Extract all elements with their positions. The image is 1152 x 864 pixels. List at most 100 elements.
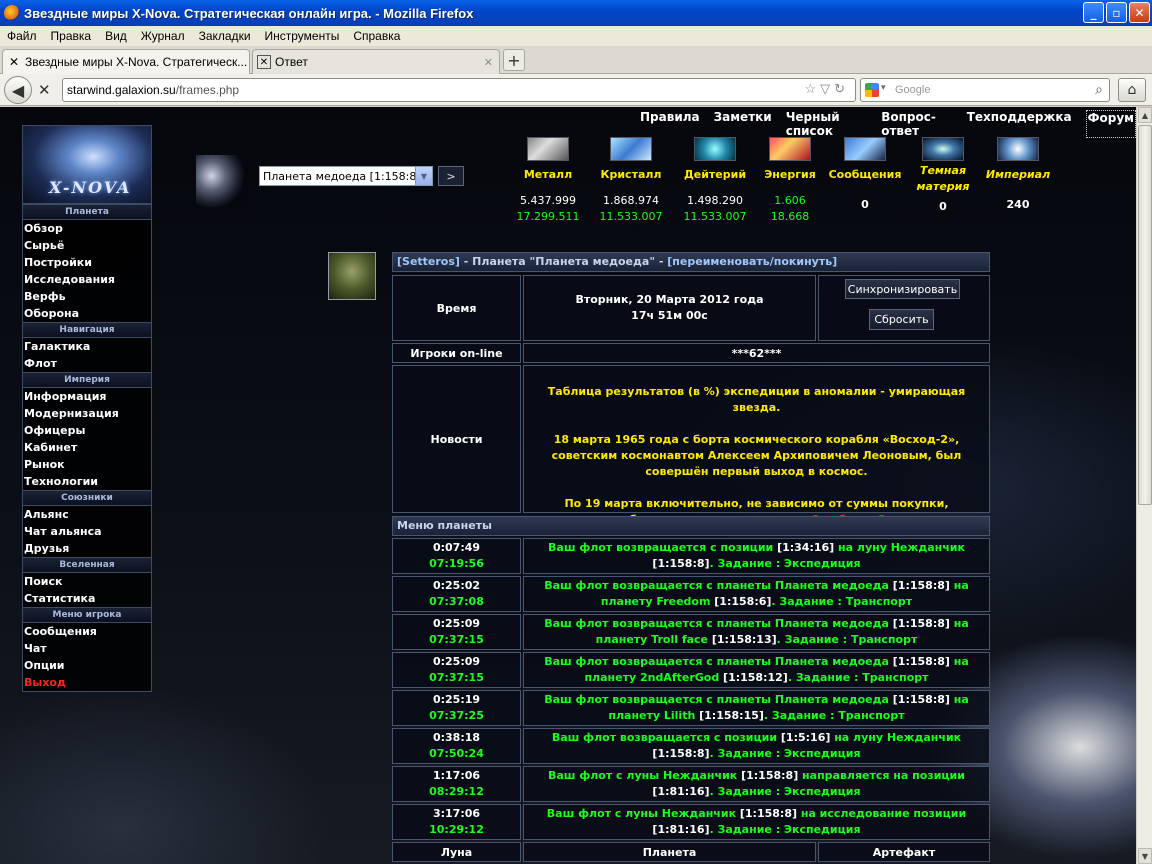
coordinates[interactable]: [1:158:8]	[893, 655, 950, 668]
coordinates[interactable]: [1:158:8]	[893, 693, 950, 706]
menu-exit[interactable]: Выход	[23, 674, 151, 691]
search-icon[interactable]: ⌕	[1095, 81, 1103, 98]
resource-energy: Энергия 1.606 18.668	[750, 135, 830, 223]
planet-image[interactable]	[196, 155, 248, 207]
menu-statistics[interactable]: Статистика	[23, 590, 151, 607]
link-rules[interactable]: Правила	[640, 110, 700, 138]
messages-icon	[844, 137, 886, 161]
rename-leave-link[interactable]: [переименовать/покинуть]	[667, 255, 837, 268]
link-forum[interactable]: Форум	[1085, 110, 1136, 138]
chevron-down-icon[interactable]: ▾	[881, 82, 886, 93]
planet-select[interactable]: Планета медоеда [1:158:8] ▼	[259, 166, 433, 186]
menu-cabinet[interactable]: Кабинет	[23, 439, 151, 456]
menu-chat[interactable]: Чат	[23, 640, 151, 657]
link-support[interactable]: Техподдержка	[967, 110, 1072, 138]
coordinates[interactable]: [1:158:6]	[714, 595, 771, 608]
close-button[interactable]: ✕	[1129, 2, 1150, 23]
fleet-message[interactable]: Ваш флот с луны Нежданчик [1:158:8] на и…	[523, 804, 990, 840]
menu-defense[interactable]: Оборона	[23, 305, 151, 322]
url-path: /frames.php	[175, 83, 240, 97]
fleet-message[interactable]: Ваш флот возвращается с планеты Планета …	[523, 614, 990, 650]
player-name[interactable]: [Setteros]	[397, 255, 460, 268]
menu-edit[interactable]: Правка	[44, 29, 99, 43]
fleet-message[interactable]: Ваш флот возвращается с позиции [1:5:16]…	[523, 728, 990, 764]
menu-research[interactable]: Исследования	[23, 271, 151, 288]
tab-xnova[interactable]: ✕ Звездные миры X-Nova. Стратегическ...	[2, 49, 250, 74]
link-blacklist[interactable]: Черный список	[786, 110, 868, 138]
scroll-down-icon[interactable]: ▼	[1138, 848, 1152, 864]
menu-alliance[interactable]: Альянс	[23, 506, 151, 523]
fleet-message[interactable]: Ваш флот возвращается с позиции [1:34:16…	[523, 538, 990, 574]
menu-information[interactable]: Информация	[23, 388, 151, 405]
menu-friends[interactable]: Друзья	[23, 540, 151, 557]
messages-counter[interactable]: Сообщения 0	[825, 135, 905, 211]
menu-tools[interactable]: Инструменты	[258, 29, 347, 43]
stop-icon[interactable]: ✕	[38, 81, 51, 99]
reset-button[interactable]: Сбросить	[869, 309, 934, 330]
fleet-arrival-time: 07:37:08	[429, 595, 484, 608]
coordinates[interactable]: [1:158:8]	[652, 747, 709, 760]
menu-bookmarks[interactable]: Закладки	[192, 29, 258, 43]
coordinates[interactable]: [1:158:8]	[893, 617, 950, 630]
coordinates[interactable]: [1:158:12]	[723, 671, 788, 684]
tab-close-icon[interactable]: ✕	[484, 56, 493, 69]
maximize-button[interactable]: ▫	[1106, 2, 1127, 23]
menu-resources[interactable]: Сырьё	[23, 237, 151, 254]
menu-messages[interactable]: Сообщения	[23, 623, 151, 640]
fleet-message[interactable]: Ваш флот возвращается с планеты Планета …	[523, 576, 990, 612]
menu-market[interactable]: Рынок	[23, 456, 151, 473]
coordinates[interactable]: [1:5:16]	[781, 731, 830, 744]
menu-search[interactable]: Поиск	[23, 573, 151, 590]
search-box[interactable]: ▾ Google ⌕	[860, 78, 1110, 102]
menu-history[interactable]: Журнал	[134, 29, 192, 43]
menu-galaxy[interactable]: Галактика	[23, 338, 151, 355]
menu-alliance-chat[interactable]: Чат альянса	[23, 523, 151, 540]
minimize-button[interactable]: _	[1083, 2, 1104, 23]
menu-officers[interactable]: Офицеры	[23, 422, 151, 439]
menu-buildings[interactable]: Постройки	[23, 254, 151, 271]
menu-technologies[interactable]: Технологии	[23, 473, 151, 490]
new-tab-button[interactable]: +	[503, 49, 525, 71]
fleet-message[interactable]: Ваш флот возвращается с планеты Планета …	[523, 690, 990, 726]
fleet-text: . Задание : Экспедиция	[709, 823, 861, 836]
menu-shipyard[interactable]: Верфь	[23, 288, 151, 305]
coordinates[interactable]: [1:158:8]	[741, 769, 798, 782]
planet-go-button[interactable]: >	[438, 166, 464, 186]
scroll-thumb[interactable]	[1138, 125, 1152, 505]
coordinates[interactable]: [1:81:16]	[652, 785, 709, 798]
menu-options[interactable]: Опции	[23, 657, 151, 674]
coordinates[interactable]: [1:34:16]	[777, 541, 834, 554]
chevron-down-icon[interactable]: ▼	[415, 167, 432, 185]
tab-answer[interactable]: ✕ Ответ ✕	[252, 49, 500, 74]
link-faq[interactable]: Вопрос-ответ	[881, 110, 953, 138]
coordinates[interactable]: [1:158:8]	[652, 557, 709, 570]
address-bar[interactable]: starwind.galaxion.su/frames.php ☆▽↻	[62, 78, 856, 102]
back-button[interactable]: ◀	[4, 76, 32, 104]
game-logo[interactable]: X-NOVA	[23, 126, 151, 204]
menu-modernization[interactable]: Модернизация	[23, 405, 151, 422]
fleet-text: на луну Нежданчик	[830, 731, 962, 744]
coordinates[interactable]: [1:158:8]	[740, 807, 797, 820]
google-icon	[865, 83, 879, 97]
menu-file[interactable]: Файл	[0, 29, 44, 43]
menu-help[interactable]: Справка	[346, 29, 407, 43]
sync-button[interactable]: Синхронизировать	[845, 279, 960, 299]
coordinates[interactable]: [1:158:15]	[699, 709, 764, 722]
fleet-message[interactable]: Ваш флот с луны Нежданчик [1:158:8] напр…	[523, 766, 990, 802]
resource-capacity: 11.533.007	[599, 210, 663, 223]
home-button[interactable]: ⌂	[1118, 78, 1146, 102]
coordinates[interactable]: [1:158:8]	[893, 579, 950, 592]
coordinates[interactable]: [1:81:16]	[652, 823, 709, 836]
scroll-up-icon[interactable]: ▲	[1138, 107, 1152, 123]
metal-icon	[527, 137, 569, 161]
page-scrollbar[interactable]: ▲ ▼	[1136, 107, 1152, 864]
bookmark-star-icon[interactable]: ☆▽↻	[804, 81, 849, 97]
menu-overview[interactable]: Обзор	[23, 220, 151, 237]
menu-view[interactable]: Вид	[98, 29, 134, 43]
fleet-message[interactable]: Ваш флот возвращается с планеты Планета …	[523, 652, 990, 688]
link-notes[interactable]: Заметки	[714, 110, 772, 138]
menu-fleet[interactable]: Флот	[23, 355, 151, 372]
coordinates[interactable]: [1:158:13]	[712, 633, 777, 646]
resource-crystal: Кристалл 1.868.974 11.533.007	[591, 135, 671, 223]
avatar[interactable]	[328, 252, 376, 300]
